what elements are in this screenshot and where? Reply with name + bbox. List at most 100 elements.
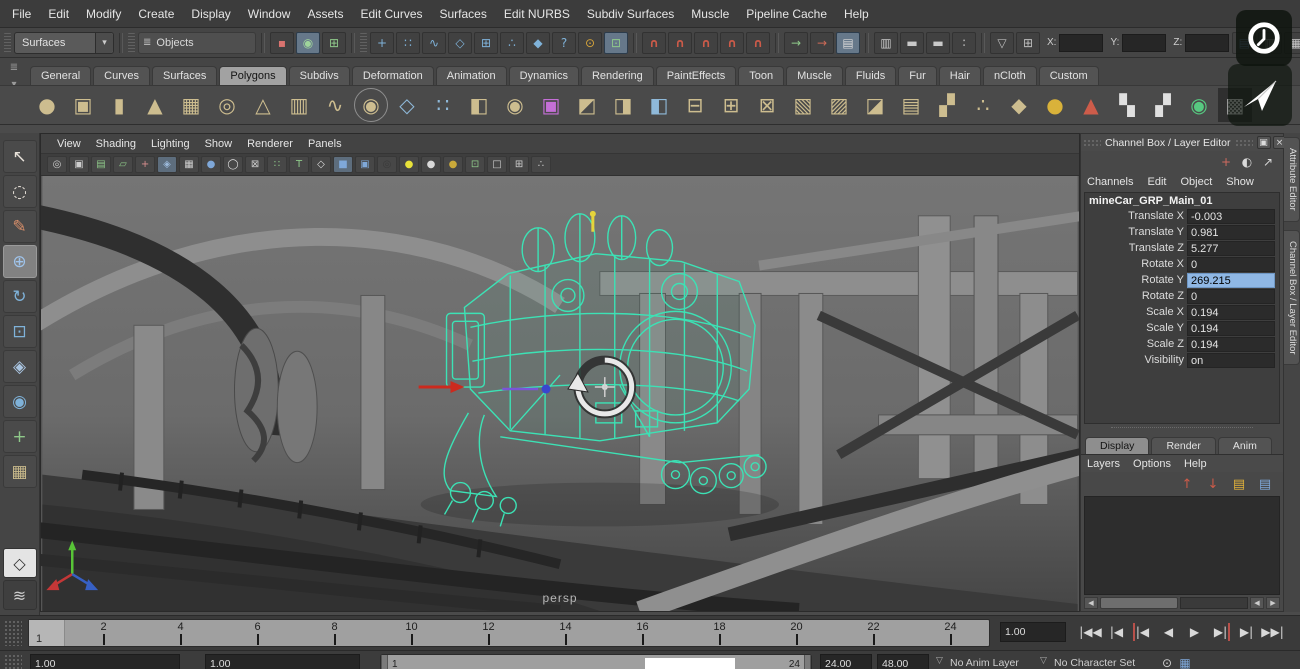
channel-value-field[interactable]: on [1187, 353, 1275, 368]
scroll-left-icon[interactable]: ◀ [1250, 597, 1264, 609]
objects-filter-field[interactable]: ≣ Objects [138, 32, 256, 54]
chamfer-vertex-icon[interactable]: ◆ [1002, 88, 1036, 122]
drag-handle[interactable] [128, 33, 135, 53]
menu-item[interactable]: Display [191, 7, 230, 21]
playback-start-field[interactable]: 1.00 [205, 654, 360, 669]
channel-value-field[interactable]: 0.981 [1187, 225, 1275, 240]
menu-collapse-icon[interactable]: ≣ [10, 62, 18, 73]
drag-handle[interactable] [1235, 139, 1253, 147]
send-overlay-badge[interactable] [1228, 64, 1292, 126]
textured-icon[interactable]: ▣ [355, 156, 375, 173]
select-misc-icon[interactable]: ? [552, 32, 576, 54]
step-back-frame-button[interactable]: |◀ [1104, 621, 1129, 643]
menu-item[interactable]: Edit [48, 7, 69, 21]
split-polygon-icon[interactable]: ◧ [642, 88, 676, 122]
animation-start-field[interactable]: 1.00 [30, 654, 180, 669]
resolution-gate-icon[interactable]: ● [201, 156, 221, 173]
separate-icon[interactable]: ◧ [462, 88, 496, 122]
lighting-default-icon[interactable]: ● [421, 156, 441, 173]
highlight-selection-icon[interactable]: ⊡ [604, 32, 628, 54]
show-manipulator-icon[interactable]: + [3, 420, 37, 453]
menu-item[interactable]: Pipeline Cache [746, 7, 827, 21]
step-forward-frame-button[interactable]: ▶| [1234, 621, 1259, 643]
quick-selection-icon[interactable]: ▽ [990, 32, 1014, 54]
poly-plane-icon[interactable]: ▦ [174, 88, 208, 122]
shelf-tab[interactable]: Muscle [786, 66, 843, 85]
shelf-tab[interactable]: Animation [436, 66, 507, 85]
use-default-material-icon[interactable]: ◎ [377, 156, 397, 173]
auto-keyframe-icon[interactable]: ⊙ [1158, 655, 1176, 669]
x-coordinate-input[interactable] [1059, 34, 1103, 52]
range-start-handle[interactable] [381, 655, 388, 669]
poly-cube-icon[interactable]: ▣ [66, 88, 100, 122]
select-camera-icon[interactable]: ◎ [47, 156, 67, 173]
drag-handle[interactable] [4, 654, 22, 669]
animation-end-field[interactable]: 48.00 [877, 654, 929, 669]
shelf-tab[interactable]: nCloth [983, 66, 1037, 85]
scrollbar-thumb[interactable] [1100, 597, 1178, 609]
y-coordinate-input[interactable] [1122, 34, 1166, 52]
channel-value-field[interactable]: 269.215 [1187, 273, 1275, 288]
go-to-end-button[interactable]: ▶▶| [1260, 621, 1285, 643]
channel-value-field[interactable]: 0.194 [1187, 337, 1275, 352]
select-points-icon[interactable]: + [370, 32, 394, 54]
camera-attributes-icon[interactable]: ▣ [69, 156, 89, 173]
lock-selection-icon[interactable]: ⊙ [578, 32, 602, 54]
move-layer-up-icon[interactable]: ↑ [1177, 475, 1197, 493]
append-to-polygon-icon[interactable]: ◨ [606, 88, 640, 122]
snap-to-projected-center-icon[interactable]: ∩ [720, 32, 744, 54]
menu-item[interactable]: Subdiv Surfaces [587, 7, 674, 21]
menu-item[interactable]: Edit NURBS [504, 7, 570, 21]
shelf-tab[interactable]: Deformation [352, 66, 434, 85]
single-pane-layout-icon[interactable]: ◇ [3, 548, 37, 578]
lighting-all-icon[interactable]: ● [399, 156, 419, 173]
sculpt-geometry-icon[interactable]: ◉ [354, 88, 388, 122]
bridge-icon[interactable]: ▧ [786, 88, 820, 122]
channel-value-field[interactable]: 0.194 [1187, 321, 1275, 336]
snap-to-points-icon[interactable]: ∩ [694, 32, 718, 54]
play-backwards-button[interactable]: ◀ [1156, 621, 1181, 643]
chevron-down-icon[interactable]: ▾ [95, 33, 113, 53]
shelf-tab[interactable]: PaintEffects [656, 66, 737, 85]
rotate-tool-icon[interactable]: ↻ [3, 280, 37, 313]
poke-face-icon[interactable]: ▨ [822, 88, 856, 122]
menu-item[interactable]: File [12, 7, 31, 21]
input-connections-icon[interactable]: → [784, 32, 808, 54]
smooth-icon[interactable]: ◉ [498, 88, 532, 122]
current-time-field[interactable]: 1.00 [1000, 622, 1066, 642]
custom-layout-icon[interactable]: ≋ [3, 580, 37, 610]
poly-pipe-icon[interactable]: ▥ [282, 88, 316, 122]
offset-edge-loop-icon[interactable]: ⊞ [714, 88, 748, 122]
menu-item[interactable]: Assets [307, 7, 343, 21]
combine-icon[interactable]: ∷ [426, 88, 460, 122]
menu-item[interactable]: Edit [1147, 176, 1166, 188]
construction-history-icon[interactable]: ▤ [836, 32, 860, 54]
viewport-menu-item[interactable]: Lighting [151, 138, 190, 150]
drag-handle[interactable] [1083, 139, 1101, 147]
bookmarks-icon[interactable]: ▤ [91, 156, 111, 173]
drag-handle[interactable] [4, 620, 22, 646]
menu-item[interactable]: Surfaces [440, 7, 487, 21]
speed-ramp-icon[interactable]: ◐ [1238, 154, 1256, 170]
sidebar-vertical-tab[interactable]: Attribute Editor [1284, 137, 1300, 222]
drag-handle[interactable] [360, 33, 367, 53]
menu-item[interactable]: Modify [86, 7, 121, 21]
viewport-canvas[interactable]: persp [41, 176, 1079, 611]
quad-draw-icon[interactable]: ◇ [390, 88, 424, 122]
selection-mode-dropdown[interactable]: Surfaces ▾ [14, 32, 114, 54]
character-set-selector[interactable]: No Character Set [1054, 657, 1135, 669]
poly-cylinder-icon[interactable]: ▮ [102, 88, 136, 122]
viewport-menu-item[interactable]: Show [205, 138, 233, 150]
menu-item[interactable]: Window [248, 7, 291, 21]
viewport-menu-item[interactable]: Shading [96, 138, 136, 150]
menu-item[interactable]: Edit Curves [360, 7, 422, 21]
timeline-track[interactable]: 1 2 4 6 [28, 619, 990, 647]
two-d-pan-zoom-icon[interactable]: + [135, 156, 155, 173]
extrude-icon[interactable]: ⊠ [750, 88, 784, 122]
select-tool-icon[interactable]: ↖ [3, 140, 37, 173]
layer-list[interactable] [1084, 496, 1280, 595]
shelf-tab[interactable]: Dynamics [509, 66, 579, 85]
poly-pyramid-icon[interactable]: △ [246, 88, 280, 122]
viewport-menu-item[interactable]: Panels [308, 138, 342, 150]
shelf-tab[interactable]: Polygons [219, 66, 286, 85]
